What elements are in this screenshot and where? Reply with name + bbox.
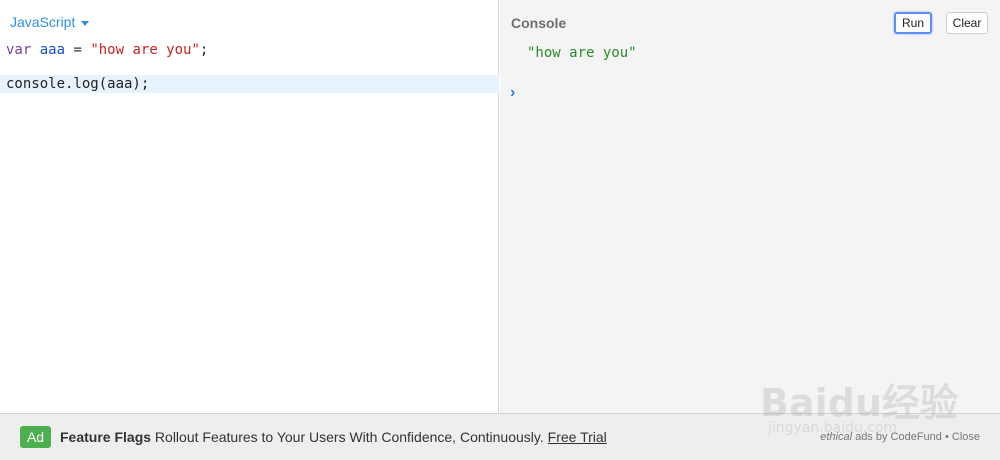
code-statement: console.log(aaa); xyxy=(6,76,150,92)
language-label: JavaScript xyxy=(10,14,76,30)
close-ad-link[interactable]: Close xyxy=(952,431,980,443)
code-string: "how are you" xyxy=(90,42,200,58)
ad-description: Rollout Features to Your Users With Conf… xyxy=(151,429,548,445)
code-semicolon: ; xyxy=(199,42,209,58)
code-editor-pane[interactable]: JavaScript var aaa = "how are you"; cons… xyxy=(0,0,499,413)
ad-meta-ethical: ethical xyxy=(820,431,853,443)
ad-meta-text: ads by CodeFund • xyxy=(852,431,952,443)
chevron-down-icon xyxy=(81,20,90,26)
jsbin-app: JavaScript var aaa = "how are you"; cons… xyxy=(0,0,1000,460)
code-operator: = xyxy=(65,42,91,58)
ad-bar: Ad Feature Flags Rollout Features to You… xyxy=(0,413,1000,460)
code-keyword: var xyxy=(6,42,32,58)
free-trial-link[interactable]: Free Trial xyxy=(548,429,607,445)
ad-attribution: ethical ads by CodeFund • Close xyxy=(820,431,980,443)
run-button[interactable]: Run xyxy=(894,12,932,34)
ad-text: Feature Flags Rollout Features to Your U… xyxy=(60,429,607,445)
code-variable: aaa xyxy=(39,42,66,58)
ad-title: Feature Flags xyxy=(60,429,152,445)
language-selector[interactable]: JavaScript xyxy=(10,14,90,30)
console-pane: Console Run Clear "how are you" › xyxy=(500,0,1000,413)
console-output-line: "how are you" xyxy=(527,45,637,61)
ad-badge: Ad xyxy=(20,426,51,448)
clear-button[interactable]: Clear xyxy=(946,12,988,34)
code-line-3-active[interactable]: console.log(aaa); xyxy=(0,75,499,93)
console-title: Console xyxy=(511,15,567,31)
console-prompt-icon[interactable]: › xyxy=(510,84,515,102)
code-line-1[interactable]: var aaa = "how are you"; xyxy=(0,41,499,59)
